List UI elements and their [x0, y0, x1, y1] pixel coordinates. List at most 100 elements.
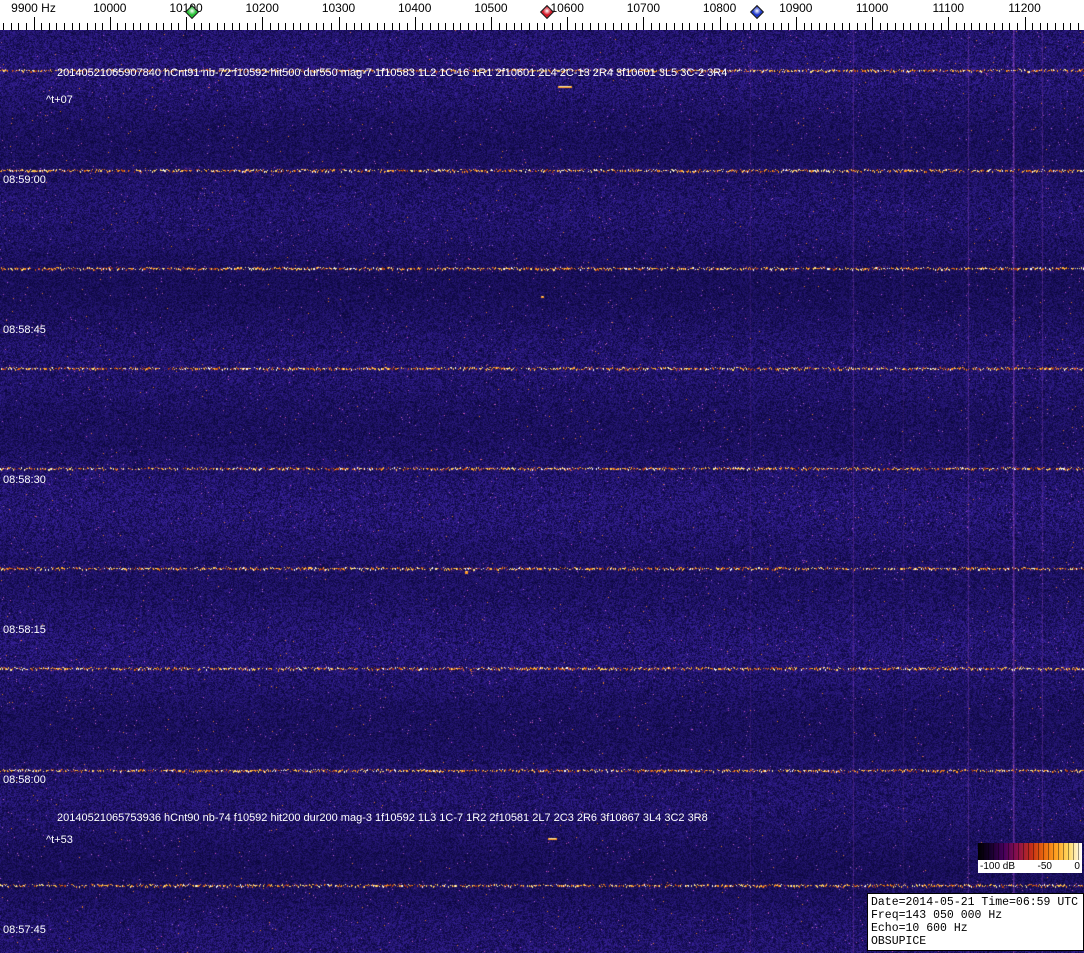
- axis-minor-tick: [559, 23, 561, 30]
- observation-info-box: Date=2014-05-21 Time=06:59 UTC Freq=143 …: [867, 893, 1084, 951]
- detection-annotation: ^t+53: [46, 834, 73, 846]
- axis-minor-tick: [483, 23, 485, 30]
- axis-minor-tick: [224, 23, 226, 30]
- axis-tick-label: 10800: [702, 1, 737, 15]
- axis-minor-tick: [757, 23, 759, 30]
- axis-tick-label: 10700: [626, 1, 661, 15]
- axis-minor-tick: [193, 23, 195, 30]
- axis-minor-tick: [300, 23, 302, 30]
- axis-minor-tick: [864, 23, 866, 30]
- axis-minor-tick: [475, 23, 477, 30]
- axis-tick-label: 9900 Hz: [11, 1, 56, 15]
- axis-minor-tick: [773, 23, 774, 30]
- axis-minor-tick: [56, 23, 58, 30]
- axis-minor-tick: [132, 23, 134, 30]
- time-label: 08:58:30: [3, 474, 46, 486]
- axis-minor-tick: [673, 23, 675, 30]
- axis-minor-tick: [605, 23, 607, 30]
- axis-minor-tick: [102, 23, 104, 30]
- axis-minor-tick: [18, 23, 20, 30]
- axis-minor-tick: [361, 23, 363, 30]
- info-date-time: Date=2014-05-21 Time=06:59 UTC: [871, 896, 1079, 909]
- axis-minor-tick: [391, 23, 393, 30]
- axis-minor-tick: [841, 23, 843, 30]
- time-label: 08:57:45: [3, 924, 46, 936]
- axis-minor-tick: [94, 23, 96, 30]
- axis-minor-tick: [544, 23, 546, 30]
- axis-tick-label: 10000: [93, 1, 127, 15]
- axis-minor-tick: [826, 23, 828, 30]
- axis-minor-tick: [323, 23, 325, 30]
- axis-minor-tick: [178, 23, 180, 30]
- freq-marker-blue[interactable]: [749, 4, 765, 20]
- axis-tick-label: 10200: [245, 1, 279, 15]
- axis-minor-tick: [536, 23, 538, 30]
- axis-minor-tick: [887, 23, 889, 30]
- time-label: 08:58:15: [3, 624, 46, 636]
- axis-minor-tick: [330, 23, 332, 30]
- axis-minor-tick: [971, 23, 973, 30]
- colorbar-label-mid: -50: [1037, 861, 1052, 872]
- info-frequency: Freq=143 050 000 Hz: [871, 909, 1003, 922]
- axis-minor-tick: [269, 23, 271, 30]
- axis-minor-tick: [628, 23, 630, 30]
- axis-major-tick: [948, 17, 950, 30]
- axis-minor-tick: [551, 23, 553, 30]
- axis-minor-tick: [277, 23, 279, 30]
- axis-minor-tick: [247, 23, 248, 30]
- axis-minor-tick: [910, 23, 912, 30]
- axis-minor-tick: [254, 23, 256, 30]
- axis-tick-label: 10900: [779, 1, 813, 15]
- info-echo-frequency: Echo=10 600 Hz: [871, 922, 968, 935]
- axis-major-tick: [643, 17, 645, 30]
- overlay-labels: 08:59:00 08:58:45 08:58:30 08:58:15 08:58:00…: [0, 30, 1084, 953]
- axis-minor-tick: [48, 23, 50, 30]
- axis-minor-tick: [666, 23, 668, 30]
- axis-minor-tick: [208, 23, 210, 30]
- axis-minor-tick: [407, 23, 409, 30]
- axis-minor-tick: [1032, 23, 1034, 30]
- axis-minor-tick: [498, 23, 500, 30]
- axis-minor-tick: [125, 23, 126, 30]
- axis-minor-tick: [994, 23, 995, 30]
- axis-minor-tick: [818, 23, 820, 30]
- axis-tick-label: 10600: [550, 1, 584, 15]
- meteor-spectrogram-window: 9900 Hz 10000 10100 10200 10300 10400 10500 106…: [0, 0, 1084, 953]
- axis-minor-tick: [429, 23, 431, 30]
- info-station-name: OBSUPICE: [871, 935, 927, 948]
- axis-minor-tick: [1070, 23, 1072, 30]
- axis-minor-tick: [734, 23, 736, 30]
- axis-minor-tick: [452, 23, 454, 30]
- axis-minor-tick: [64, 23, 65, 30]
- axis-minor-tick: [834, 23, 835, 30]
- axis-major-tick: [490, 17, 492, 30]
- axis-minor-tick: [292, 23, 294, 30]
- colorbar-gradient: [978, 843, 1082, 860]
- colorbar-label-min: -100 dB: [980, 861, 1016, 872]
- axis-minor-tick: [147, 23, 149, 30]
- detection-annotation: 20140521065753936 hCnt90 nb-74 f10592 hi…: [57, 812, 708, 824]
- axis-minor-tick: [955, 23, 957, 30]
- axis-minor-tick: [71, 23, 73, 30]
- spectrogram-area: 08:59:00 08:58:45 08:58:30 08:58:15 08:58:00…: [0, 30, 1084, 953]
- axis-minor-tick: [574, 23, 576, 30]
- intensity-colorbar: -100 dB -50 0: [978, 843, 1082, 873]
- axis-minor-tick: [1062, 23, 1064, 30]
- axis-minor-tick: [696, 23, 698, 30]
- axis-minor-tick: [369, 23, 370, 30]
- axis-tick-label: 11200: [1008, 1, 1041, 15]
- axis-major-tick: [414, 17, 416, 30]
- axis-minor-tick: [894, 23, 896, 30]
- detection-annotation: 20140521065907840 hCnt91 nb-72 f10592 hi…: [57, 67, 728, 79]
- axis-minor-tick: [25, 23, 27, 30]
- axis-minor-tick: [3, 23, 4, 30]
- axis-tick-label: 10500: [474, 1, 508, 15]
- axis-minor-tick: [612, 23, 614, 30]
- axis-minor-tick: [689, 23, 691, 30]
- axis-minor-tick: [963, 23, 965, 30]
- axis-minor-tick: [978, 23, 980, 30]
- axis-minor-tick: [216, 23, 218, 30]
- axis-minor-tick: [750, 23, 752, 30]
- axis-major-tick: [262, 17, 264, 30]
- axis-minor-tick: [635, 23, 637, 30]
